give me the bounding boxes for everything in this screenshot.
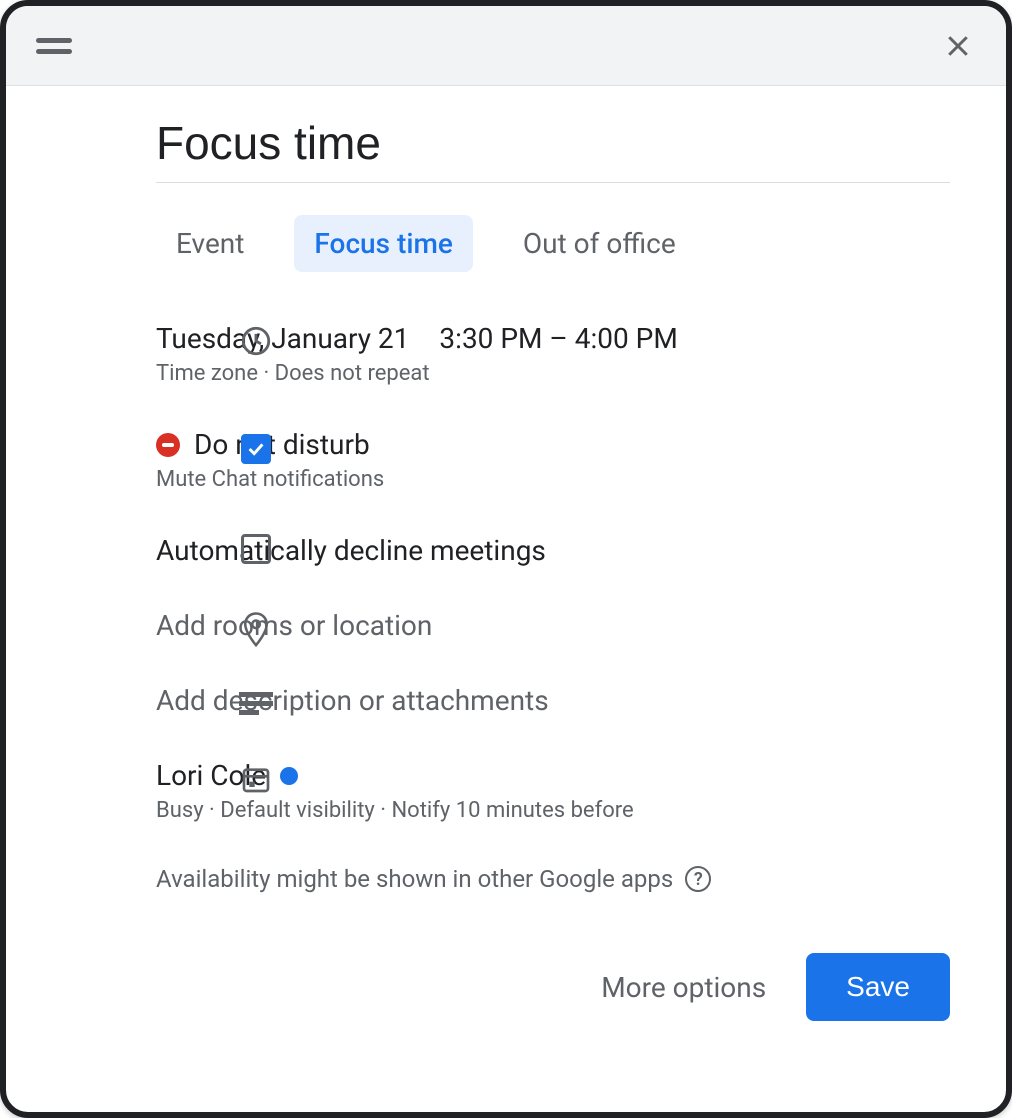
dnd-checkbox[interactable] [241,434,271,464]
do-not-disturb-row: Do not disturb Mute Chat notifications [156,428,950,492]
drag-handle-icon[interactable] [36,38,72,54]
auto-decline-checkbox[interactable] [241,534,271,564]
dialog-footer: More options Save [156,953,950,1021]
datetime-row[interactable]: Tuesday, January 21 3:30 PM – 4:00 PM Ti… [156,322,950,386]
calendar-icon [240,763,272,795]
description-row[interactable]: Add description or attachments [156,684,950,717]
dialog-topbar [6,6,1006,86]
dnd-label: Do not disturb [194,428,370,461]
availability-note-text: Availability might be shown in other Goo… [156,865,673,893]
calendar-color-dot [280,767,298,785]
tab-event[interactable]: Event [156,215,264,272]
save-button[interactable]: Save [806,953,950,1021]
location-icon [240,611,272,649]
auto-decline-row: Automatically decline meetings [156,534,950,567]
event-editor-dialog: Event Focus time Out of office Tuesday, … [0,0,1012,1118]
location-placeholder[interactable]: Add rooms or location [156,609,432,642]
time-text[interactable]: 3:30 PM – 4:00 PM [439,322,677,355]
date-text[interactable]: Tuesday, January 21 [156,322,409,355]
title-input[interactable] [156,116,950,183]
help-icon[interactable]: ? [685,866,711,892]
clock-icon [239,324,273,358]
auto-decline-label: Automatically decline meetings [156,534,546,567]
event-type-tabs: Event Focus time Out of office [156,215,950,272]
location-row[interactable]: Add rooms or location [156,609,950,642]
availability-note-row: Availability might be shown in other Goo… [156,865,950,893]
description-placeholder[interactable]: Add description or attachments [156,684,549,717]
close-button[interactable] [940,28,976,64]
organizer-row[interactable]: Lori Cole Busy · Default visibility · No… [156,759,950,823]
more-options-button[interactable]: More options [601,971,766,1004]
timezone-repeat-text[interactable]: Time zone · Does not repeat [156,361,950,386]
dnd-sub: Mute Chat notifications [156,467,950,492]
close-icon [943,31,973,61]
description-icon [239,690,273,716]
tab-out-of-office[interactable]: Out of office [503,215,696,272]
tab-focus-time[interactable]: Focus time [294,215,472,272]
organizer-sub: Busy · Default visibility · Notify 10 mi… [156,798,950,823]
dnd-icon [156,433,180,457]
